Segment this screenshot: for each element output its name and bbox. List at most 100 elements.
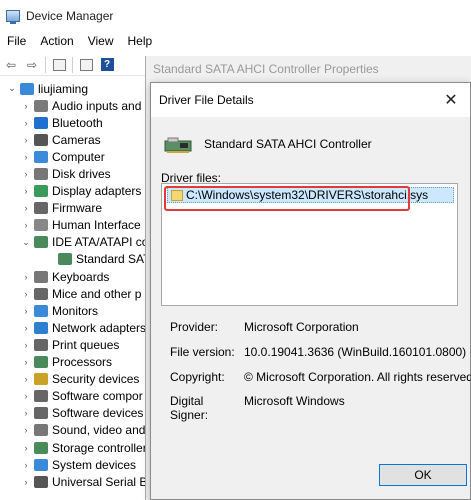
ide-controller-icon: [34, 236, 48, 249]
tree-item[interactable]: › Monitors: [0, 302, 160, 319]
provider-row: Provider: Microsoft Corporation: [170, 320, 359, 334]
software-device-icon: [34, 407, 48, 420]
window-title: Device Manager: [26, 9, 114, 23]
expand-chevron-icon[interactable]: ›: [20, 460, 32, 470]
tree-item[interactable]: › Processors: [0, 354, 160, 371]
storage-controller-icon: [34, 441, 48, 454]
tree-item-label: IDE ATA/ATAPI co: [52, 235, 149, 250]
toolbar-divider: [72, 56, 73, 73]
tree-item[interactable]: › Cameras: [0, 131, 160, 148]
toolbar: ⇦ ⇨ ?: [0, 54, 160, 76]
sound-icon: [34, 424, 48, 437]
keyboard-icon: [34, 270, 48, 283]
expand-chevron-icon[interactable]: ›: [20, 391, 32, 401]
expand-chevron-icon[interactable]: ›: [20, 323, 32, 333]
tree-item-label: liujiaming: [38, 81, 89, 96]
expand-chevron-icon[interactable]: ›: [20, 272, 32, 282]
expand-chevron-icon[interactable]: ›: [20, 443, 32, 453]
expand-chevron-icon[interactable]: ›: [20, 289, 32, 299]
tree-item[interactable]: › Storage controller: [0, 439, 160, 456]
expand-chevron-icon[interactable]: ›: [20, 220, 32, 230]
tree-item[interactable]: › Display adapters: [0, 183, 160, 200]
tree-item[interactable]: › Audio inputs and: [0, 97, 160, 114]
expand-chevron-icon[interactable]: ›: [20, 374, 32, 384]
file-version-label: File version:: [170, 345, 235, 359]
tree-item[interactable]: ⌄ IDE ATA/ATAPI co: [0, 234, 160, 251]
copyright-value: © Microsoft Corporation. All rights rese…: [244, 370, 471, 384]
menu-action[interactable]: Action: [33, 32, 80, 52]
tree-child-item[interactable]: Standard SATA: [0, 251, 160, 268]
tree-item[interactable]: › Software devices: [0, 405, 160, 422]
tree-item-label: Security devices: [52, 372, 140, 387]
bluetooth-icon: [34, 116, 48, 129]
expand-chevron-icon[interactable]: ›: [20, 169, 32, 179]
tree-item[interactable]: › System devices: [0, 456, 160, 473]
expand-chevron-icon[interactable]: ›: [20, 357, 32, 367]
ok-button[interactable]: OK: [379, 464, 467, 486]
provider-label: Provider:: [170, 320, 219, 334]
tree-item-label: System devices: [52, 457, 137, 472]
device-manager-icon: [6, 10, 20, 24]
file-version-row: File version: 10.0.19041.3636 (WinBuild.…: [170, 345, 466, 359]
collapse-chevron-icon[interactable]: ⌄: [20, 237, 32, 248]
back-arrow-icon[interactable]: ⇦: [2, 56, 20, 74]
properties-icon[interactable]: [77, 56, 95, 74]
expand-chevron-icon[interactable]: ›: [20, 340, 32, 350]
tree-item-label: Disk drives: [52, 167, 111, 182]
device-manager-titlebar: Device Manager: [0, 0, 471, 32]
network-adapter-icon: [34, 321, 48, 334]
tree-item-label: Cameras: [52, 132, 101, 147]
tree-item-label: Software compor: [52, 389, 143, 404]
tree-item[interactable]: › Universal Serial Bu: [0, 473, 160, 490]
expand-chevron-icon[interactable]: ›: [20, 203, 32, 213]
firmware-icon: [34, 202, 48, 215]
tree-item[interactable]: › Network adapters: [0, 319, 160, 336]
expand-chevron-icon[interactable]: ›: [20, 306, 32, 316]
tree-item-label: Computer: [52, 149, 105, 164]
expand-chevron-icon[interactable]: ›: [20, 118, 32, 128]
tree-item-label: Firmware: [52, 201, 102, 216]
expand-chevron-icon[interactable]: ›: [20, 425, 32, 435]
tree-item[interactable]: › Disk drives: [0, 165, 160, 182]
dialog-titlebar: Driver File Details ✕: [151, 83, 470, 117]
expand-chevron-icon[interactable]: ›: [20, 408, 32, 418]
tree-item[interactable]: › Sound, video and: [0, 422, 160, 439]
show-hide-console-tree-icon[interactable]: [50, 56, 68, 74]
close-button[interactable]: ✕: [440, 90, 462, 112]
tree-item[interactable]: › Software compor: [0, 388, 160, 405]
highlight-box: [164, 186, 410, 211]
copyright-label: Copyright:: [170, 370, 225, 384]
expand-chevron-icon[interactable]: ›: [20, 186, 32, 196]
forward-arrow-icon[interactable]: ⇨: [23, 56, 41, 74]
tree-root[interactable]: ⌄ liujiaming: [0, 80, 160, 97]
tree-item[interactable]: › Print queues: [0, 336, 160, 353]
collapse-chevron-icon[interactable]: ⌄: [6, 83, 18, 94]
software-component-icon: [34, 390, 48, 403]
tree-item[interactable]: › Human Interface: [0, 217, 160, 234]
tree-item[interactable]: › Computer: [0, 148, 160, 165]
tree-item-label: Bluetooth: [52, 115, 103, 130]
help-icon[interactable]: ?: [98, 56, 116, 74]
tree-item[interactable]: › Security devices: [0, 371, 160, 388]
tree-item[interactable]: › Bluetooth: [0, 114, 160, 131]
tree-item-label: Monitors: [52, 303, 99, 318]
expand-chevron-icon[interactable]: ›: [20, 135, 32, 145]
toolbar-divider: [45, 56, 46, 73]
tree-item[interactable]: › Keyboards: [0, 268, 160, 285]
system-device-icon: [34, 458, 48, 471]
mouse-icon: [34, 287, 48, 300]
hid-icon: [34, 219, 48, 232]
computer-icon: [34, 150, 48, 163]
tree-item[interactable]: › Mice and other p: [0, 285, 160, 302]
digital-signer-row: Digital Signer: Microsoft Windows: [170, 394, 345, 422]
device-name: Standard SATA AHCI Controller: [204, 137, 372, 151]
menu-file[interactable]: File: [0, 32, 33, 52]
tree-item-label: Sound, video and: [52, 423, 146, 438]
expand-chevron-icon[interactable]: ›: [20, 152, 32, 162]
menu-help[interactable]: Help: [121, 32, 160, 52]
tree-item[interactable]: › Firmware: [0, 200, 160, 217]
expand-chevron-icon[interactable]: ›: [20, 477, 32, 487]
expand-chevron-icon[interactable]: ›: [20, 101, 32, 111]
menu-view[interactable]: View: [81, 32, 121, 52]
tree-item-label: Network adapters: [52, 320, 147, 335]
